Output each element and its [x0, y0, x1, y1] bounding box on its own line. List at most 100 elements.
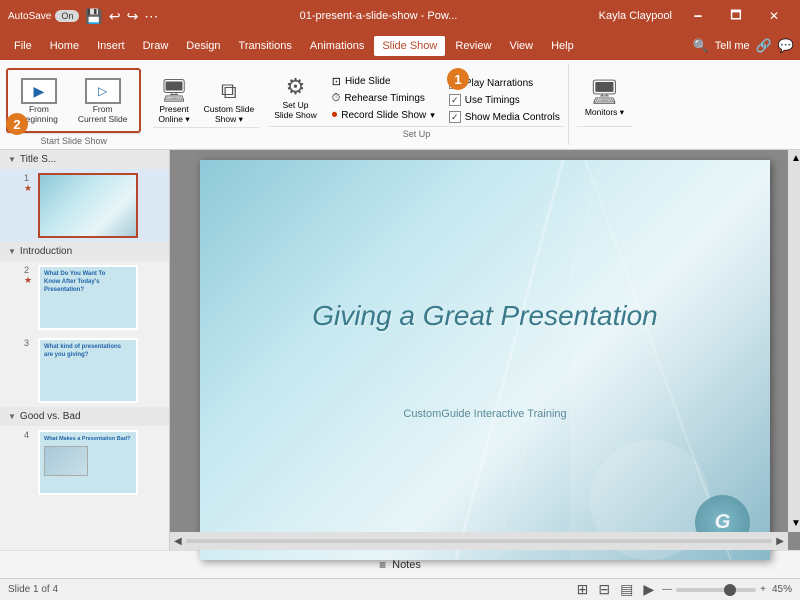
play-narrations-label: Play Narrations — [465, 78, 533, 89]
horizontal-scrollbar[interactable]: ◀ ▶ — [170, 532, 788, 550]
slide-thumb-1[interactable]: 1 ★ — [0, 169, 169, 242]
slide-thumb-3[interactable]: 3 What kind of presentationsare you givi… — [0, 334, 169, 407]
hide-slide-label: Hide Slide — [345, 76, 391, 87]
badge-1: 1 — [447, 68, 469, 90]
hide-slide-button[interactable]: ⊡ Hide Slide — [328, 74, 439, 89]
slide-thumb-2[interactable]: 2 ★ What Do You Want ToKnow After Today'… — [0, 261, 169, 334]
normal-view-icon[interactable]: ⊞ — [575, 579, 591, 600]
setup-slideshow-button[interactable]: ⚙ Set UpSlide Show — [269, 72, 322, 126]
save-icon[interactable]: 💾 — [85, 8, 102, 25]
slide-star-2: ★ — [24, 275, 34, 286]
section-introduction-label: Introduction — [20, 246, 72, 257]
zoom-in-button[interactable]: + — [760, 584, 766, 595]
slide-star-3 — [24, 348, 34, 358]
menu-design[interactable]: Design — [178, 36, 228, 56]
redo-icon[interactable]: ↪ — [127, 8, 139, 25]
comment-icon[interactable]: 💬 — [778, 38, 794, 54]
scroll-down-button[interactable]: ▼ — [788, 515, 800, 532]
from-current-slide-button[interactable]: ▷ FromCurrent Slide — [70, 74, 136, 128]
section-title[interactable]: ▼ Title S... — [0, 150, 169, 169]
vertical-scrollbar[interactable]: ▲ ▼ — [788, 150, 800, 532]
monitors-button[interactable]: 🖥 Monitors ▾ — [577, 74, 632, 122]
title-bar: AutoSave On 💾 ↩ ↪ ⋯ 01-present-a-slide-s… — [0, 0, 800, 32]
toolbar-icons: 💾 ↩ ↪ ⋯ — [85, 8, 158, 25]
custom-slideshow-button[interactable]: ⧉ Custom SlideShow ▾ — [199, 72, 260, 127]
status-right: ⊞ ⊟ ▤ ▶ — + 45% — [575, 579, 792, 600]
start-slideshow-label: Start Slide Show — [6, 133, 141, 148]
autosave-section: AutoSave On — [8, 10, 79, 22]
more-icon[interactable]: ⋯ — [144, 8, 158, 25]
main-slide: Giving a Great Presentation CustomGuide … — [200, 160, 770, 560]
scroll-left-button[interactable]: ◀ — [174, 536, 182, 547]
use-timings-checkbox[interactable]: ✓ Use Timings — [445, 93, 564, 107]
setup-section-label: Set Up — [269, 126, 564, 141]
menu-bar: File Home Insert Draw Design Transitions… — [0, 32, 800, 60]
menu-insert[interactable]: Insert — [89, 36, 133, 56]
blank-section — [153, 127, 259, 142]
slideshow-view-icon[interactable]: ▶ — [641, 579, 656, 600]
menu-help[interactable]: Help — [543, 36, 582, 56]
rehearse-label: Rehearse Timings — [344, 93, 425, 104]
slide-star-1: ★ — [24, 183, 34, 194]
menu-slideshow[interactable]: Slide Show — [374, 36, 445, 56]
menu-draw[interactable]: Draw — [135, 36, 177, 56]
slide-star-4 — [24, 440, 34, 450]
h-scroll-track[interactable] — [186, 539, 773, 543]
zoom-level: 45% — [772, 584, 792, 595]
section-goodvsbad[interactable]: ▼ Good vs. Bad — [0, 407, 169, 426]
slide-number-4: 4 — [24, 430, 34, 440]
autosave-toggle[interactable]: On — [55, 10, 79, 22]
menu-animations[interactable]: Animations — [302, 36, 372, 56]
slide-number-1: 1 — [24, 173, 34, 183]
search-icon[interactable]: 🔍 — [693, 38, 709, 54]
window-title: 01-present-a-slide-show - Pow... — [158, 10, 598, 22]
slide-image-3: What kind of presentationsare you giving… — [38, 338, 138, 403]
reading-view-icon[interactable]: ▤ — [618, 579, 635, 600]
record-slideshow-label: Record Slide Show — [341, 110, 426, 121]
undo-icon[interactable]: ↩ — [109, 8, 121, 25]
custom-slideshow-label: Custom SlideShow ▾ — [204, 104, 255, 124]
section-goodvsbad-label: Good vs. Bad — [20, 411, 81, 422]
section-introduction[interactable]: ▼ Introduction — [0, 242, 169, 261]
slide-number-3: 3 — [24, 338, 34, 348]
section-title-label: Title S... — [20, 154, 56, 165]
user-name: Kayla Claypool — [599, 10, 672, 22]
share-icon[interactable]: 🔗 — [756, 38, 772, 54]
slide-image-4: What Makes a Presentation Bad? — [38, 430, 138, 495]
use-timings-label: Use Timings — [465, 95, 520, 106]
menu-file[interactable]: File — [6, 36, 40, 56]
slide-image-1 — [38, 173, 138, 238]
show-media-controls-checkbox[interactable]: ✓ Show Media Controls — [445, 110, 564, 124]
scroll-up-button[interactable]: ▲ — [788, 150, 800, 167]
close-button[interactable]: ✕ — [756, 0, 792, 32]
slide-panel[interactable]: ▼ Title S... 1 ★ ▼ Introduction 2 ★ — [0, 150, 170, 550]
main-area: Giving a Great Presentation CustomGuide … — [170, 150, 800, 550]
zoom-out-button[interactable]: — — [662, 584, 672, 595]
slide-wrapper: Giving a Great Presentation CustomGuide … — [170, 150, 800, 570]
menu-view[interactable]: View — [501, 36, 541, 56]
zoom-slider[interactable] — [676, 588, 756, 592]
slide-sorter-icon[interactable]: ⊟ — [596, 579, 612, 600]
section-arrow-2: ▼ — [8, 247, 16, 256]
menu-transitions[interactable]: Transitions — [231, 36, 300, 56]
tell-me-label: Tell me — [715, 40, 750, 52]
present-online-button[interactable]: 🖥 PresentOnline ▾ — [153, 72, 194, 127]
workspace: ▼ Title S... 1 ★ ▼ Introduction 2 ★ — [0, 150, 800, 550]
minimize-button[interactable]: 🗕 — [680, 0, 716, 32]
setup-slideshow-label: Set UpSlide Show — [274, 100, 317, 120]
rehearse-timings-button[interactable]: ⏱ Rehearse Timings — [328, 91, 439, 106]
menu-review[interactable]: Review — [447, 36, 499, 56]
zoom-thumb — [724, 584, 736, 596]
record-slideshow-button[interactable]: ⏺ Record Slide Show ▾ — [328, 108, 439, 123]
monitors-label: Monitors ▾ — [585, 107, 624, 118]
scroll-right-button[interactable]: ▶ — [776, 536, 784, 547]
maximize-button[interactable]: 🗖 — [718, 0, 754, 32]
slide-info: Slide 1 of 4 — [8, 584, 58, 595]
menu-home[interactable]: Home — [42, 36, 87, 56]
badge-2: 2 — [6, 113, 28, 135]
present-online-label: PresentOnline ▾ — [158, 104, 189, 124]
slide-thumb-4[interactable]: 4 What Makes a Presentation Bad? — [0, 426, 169, 499]
section-arrow-1: ▼ — [8, 155, 16, 164]
show-media-controls-label: Show Media Controls — [465, 112, 560, 123]
slide-number-2: 2 — [24, 265, 34, 275]
